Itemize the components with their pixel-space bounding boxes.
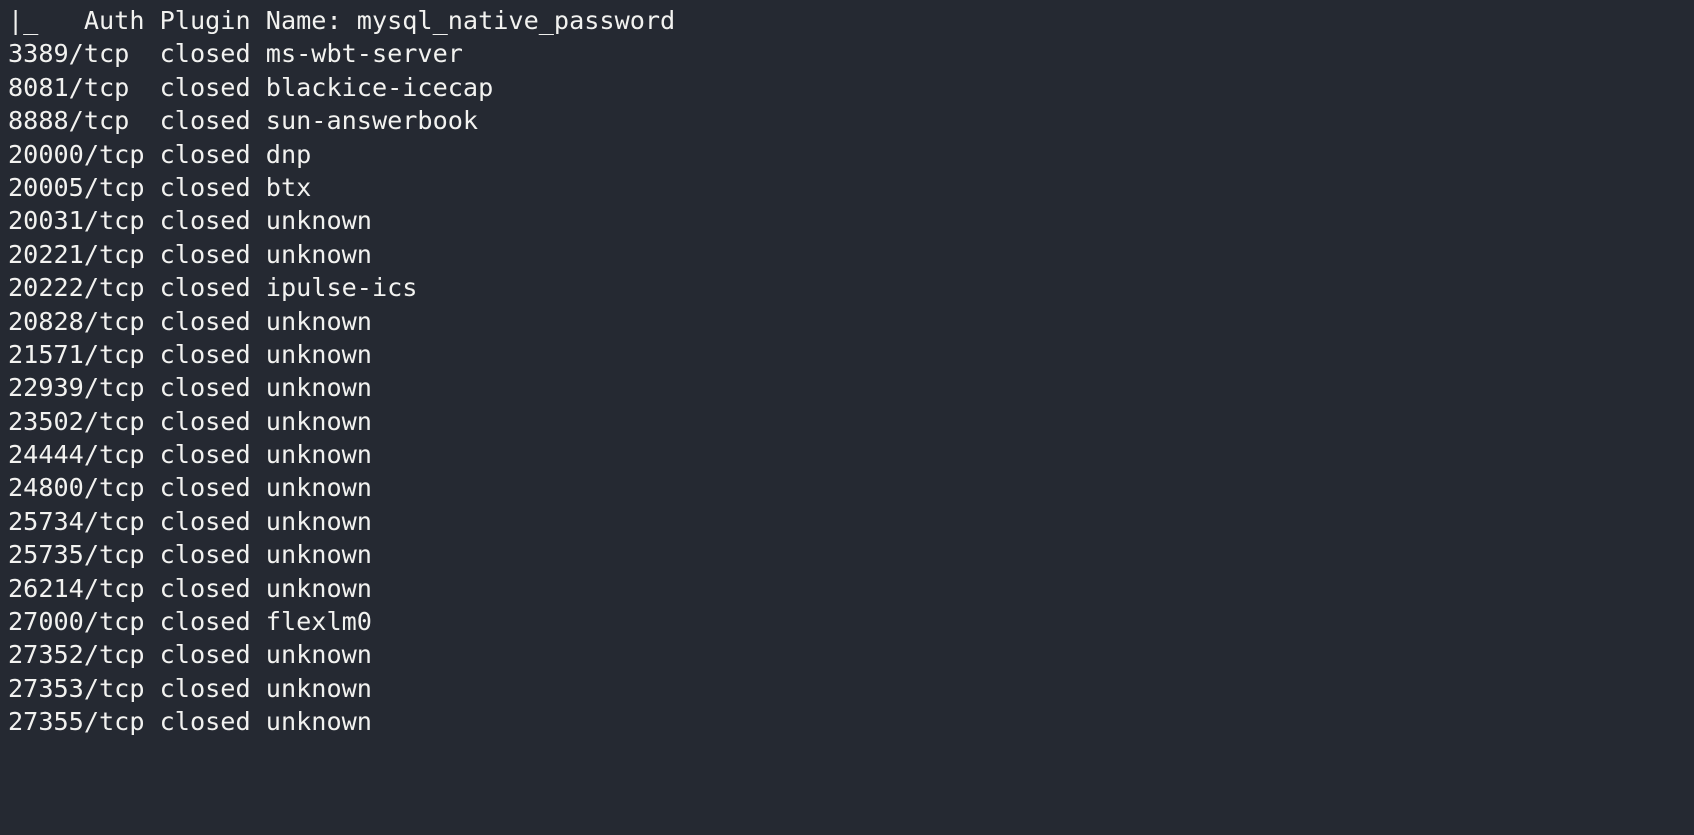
- port-scan-row: 27353/tcp closed unknown: [8, 673, 372, 703]
- port-scan-row: 3389/tcp closed ms-wbt-server: [8, 39, 463, 69]
- port-scan-row: 20222/tcp closed ipulse-ics: [8, 273, 418, 303]
- nse-script-result-line: |_ Auth Plugin Name: mysql_native_passwo…: [8, 6, 676, 35]
- port-scan-row: 24800/tcp closed unknown: [8, 473, 372, 503]
- port-scan-row: 27355/tcp closed unknown: [8, 707, 372, 737]
- terminal-output-pane[interactable]: |_ Auth Plugin Name: mysql_native_passwo…: [0, 0, 1694, 835]
- port-scan-row: 21571/tcp closed unknown: [8, 339, 372, 369]
- port-scan-row: 20000/tcp closed dnp: [8, 139, 312, 169]
- port-scan-row: 20005/tcp closed btx: [8, 172, 312, 202]
- port-scan-row: 20828/tcp closed unknown: [8, 306, 372, 336]
- port-scan-row: 8888/tcp closed sun-answerbook: [8, 106, 479, 136]
- port-scan-row: 20221/tcp closed unknown: [8, 239, 372, 269]
- port-scan-row: 27352/tcp closed unknown: [8, 640, 372, 670]
- port-scan-row: 26214/tcp closed unknown: [8, 573, 372, 603]
- port-scan-row: 25734/tcp closed unknown: [8, 506, 372, 536]
- port-scan-row: 22939/tcp closed unknown: [8, 373, 372, 403]
- port-scan-row: 24444/tcp closed unknown: [8, 440, 372, 470]
- terminal-line-list: |_ Auth Plugin Name: mysql_native_passwo…: [8, 4, 1694, 739]
- port-scan-row: 8081/tcp closed blackice-icecap: [8, 72, 494, 102]
- port-scan-row: 23502/tcp closed unknown: [8, 406, 372, 436]
- port-scan-row: 27000/tcp closed flexlm0: [8, 607, 372, 637]
- port-scan-row: 20031/tcp closed unknown: [8, 206, 372, 236]
- port-scan-row: 25735/tcp closed unknown: [8, 540, 372, 570]
